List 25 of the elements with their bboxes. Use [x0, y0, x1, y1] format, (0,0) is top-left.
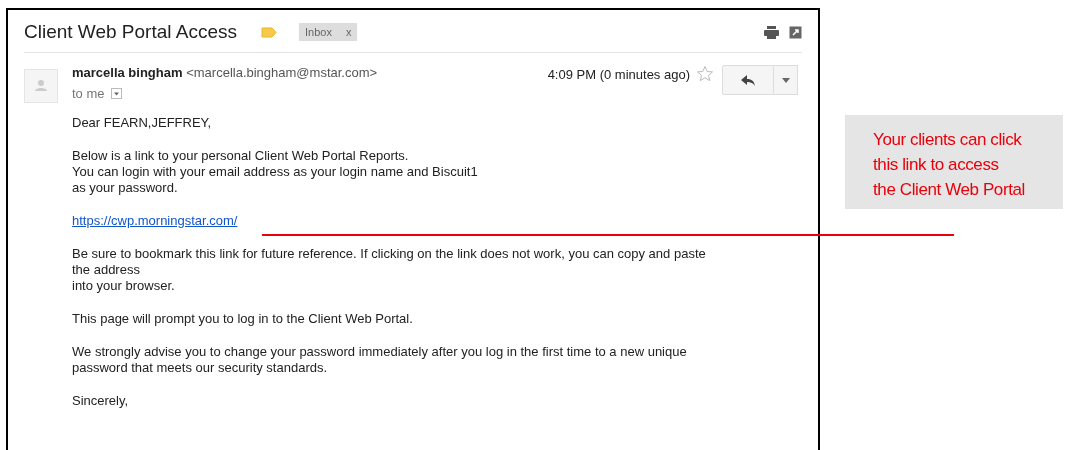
- reply-icon: [741, 74, 755, 86]
- remove-label-button[interactable]: x: [345, 26, 352, 38]
- email-time: 4:09 PM (0 minutes ago): [547, 67, 690, 82]
- new-window-icon[interactable]: [789, 25, 802, 39]
- star-icon[interactable]: [696, 65, 714, 83]
- avatar-icon: [24, 69, 58, 103]
- label-icon: [260, 26, 277, 38]
- sender-email: <marcella.bingham@mstar.com>: [186, 65, 378, 80]
- sender-name: marcella bingham: [72, 65, 183, 80]
- callout-text: Your clients can click this link to access the Client Web Portal: [873, 129, 1026, 201]
- recipient-text: to me: [72, 86, 105, 101]
- caret-icon: [781, 77, 790, 83]
- body-paragraph: Be sure to bookmark this link for future reference. If clicking on the link does not work, you can copy and paste the address into your browser.: [72, 246, 707, 294]
- more-options-button[interactable]: [774, 65, 798, 95]
- reply-button[interactable]: [722, 65, 774, 95]
- body-paragraph: This page will prompt you to log in to the Client Web Portal.: [72, 311, 414, 327]
- body-paragraph: Dear FEARN,JEFFREY,: [72, 115, 213, 131]
- email-subject: Client Web Portal Access: [24, 21, 237, 43]
- body-paragraph: Sincerely,: [72, 393, 130, 409]
- print-icon[interactable]: [764, 25, 779, 39]
- body-paragraph: Below is a link to your personal Client Web Portal Reports. You can login with your email address as your login name and Biscuit1 as your password.: [72, 148, 479, 196]
- portal-link[interactable]: https://cwp.morningstar.com/: [72, 213, 238, 228]
- body-paragraph: We strongly advise you to change your password immediately after you log in the first time to a new unique password that meets our security standards.: [72, 344, 688, 376]
- inbox-label: Inbox x: [298, 23, 358, 41]
- dropdown-icon[interactable]: [110, 88, 122, 99]
